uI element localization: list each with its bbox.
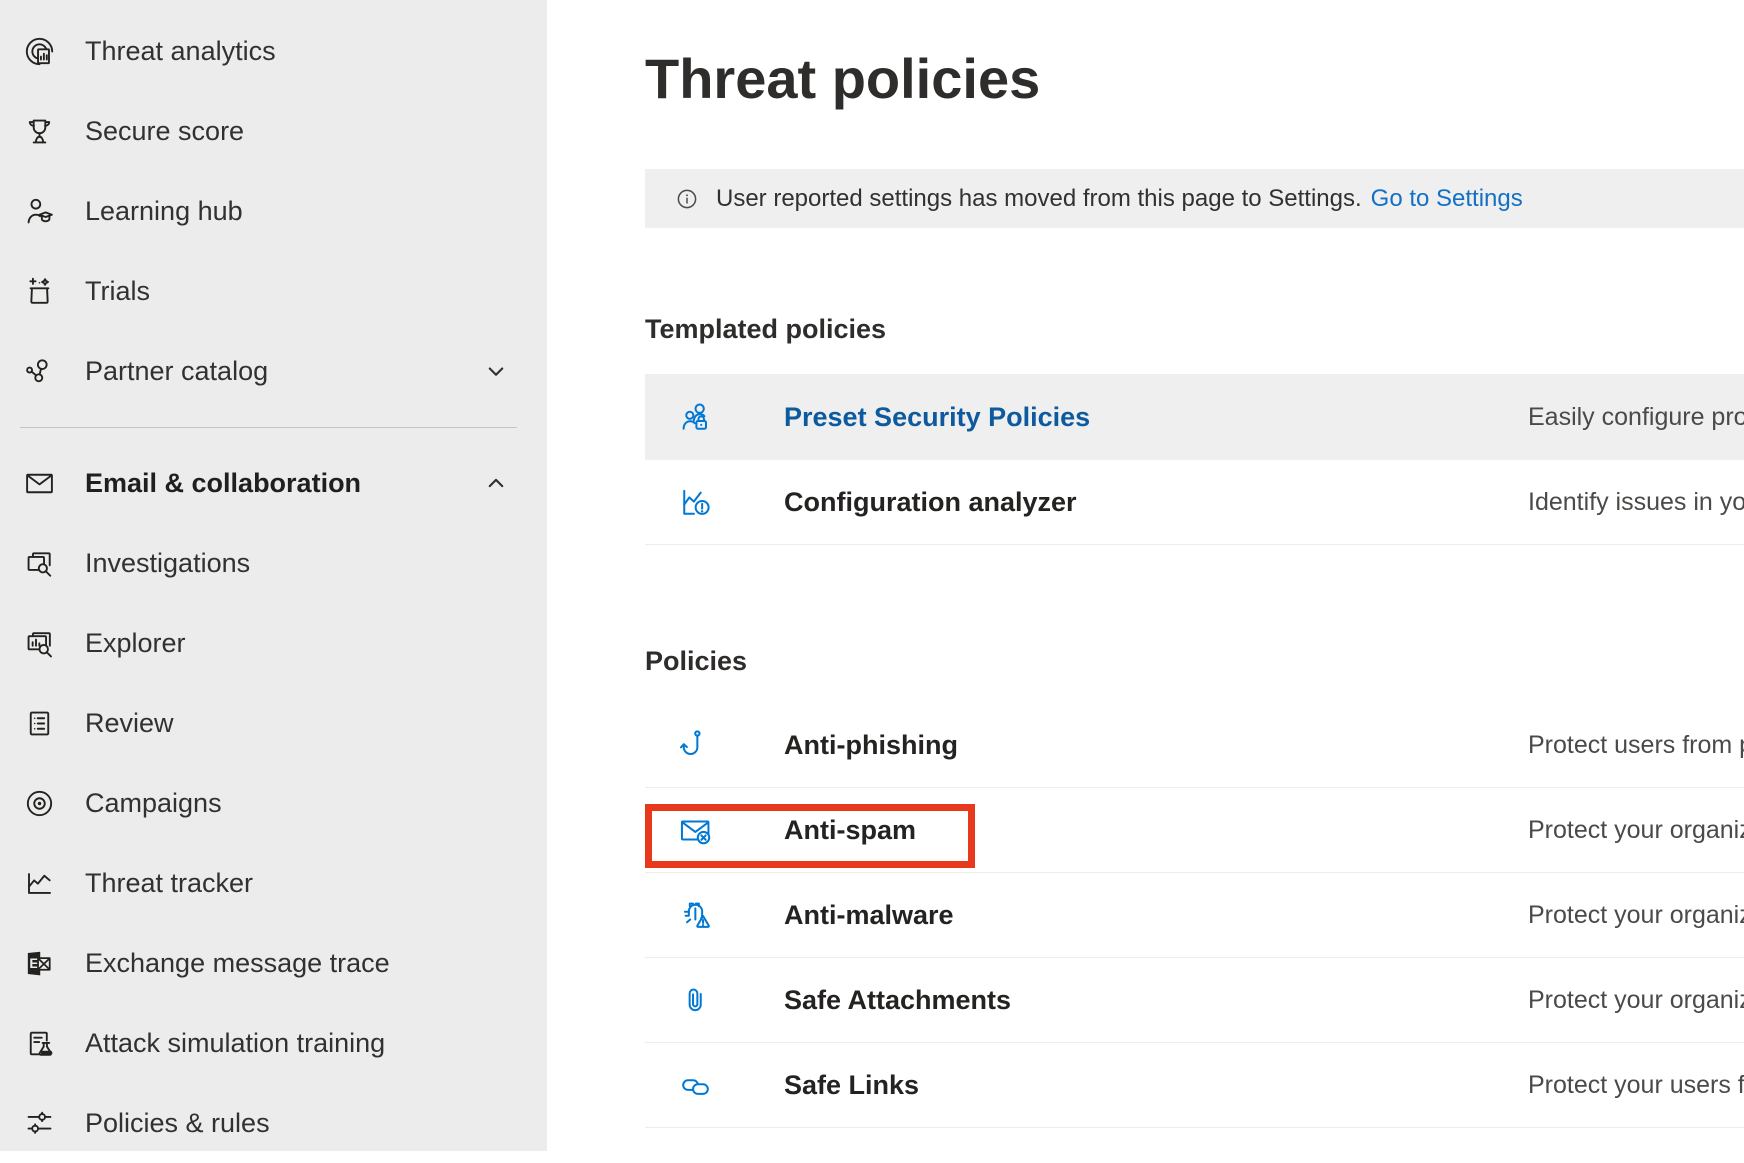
row-description: Protect users from p — [1528, 731, 1744, 760]
trials-icon — [22, 274, 57, 309]
sidebar-item-label: Investigations — [85, 548, 250, 579]
anti-phishing-icon — [645, 727, 784, 764]
sidebar-item-label: Secure score — [85, 116, 244, 147]
main-content: Threat policies User reported settings h… — [547, 0, 1744, 1151]
row-description: Identify issues in you — [1528, 488, 1744, 517]
sidebar-item-learning-hub[interactable]: Learning hub — [0, 171, 547, 251]
sidebar-item-campaigns[interactable]: Campaigns — [0, 763, 547, 843]
row-title: Anti-malware — [784, 900, 1528, 931]
threat-tracker-icon — [22, 866, 57, 901]
threat-analytics-icon — [22, 34, 57, 69]
sidebar-item-explorer[interactable]: Explorer — [0, 603, 547, 683]
sidebar-divider — [20, 427, 517, 428]
templated-policies-list: Preset Security Policies Easily configur… — [645, 374, 1744, 545]
row-preset-security-policies[interactable]: Preset Security Policies Easily configur… — [645, 374, 1744, 460]
sidebar-item-label: Partner catalog — [85, 356, 268, 387]
review-icon — [22, 706, 57, 741]
safe-links-icon — [645, 1067, 784, 1104]
sidebar-item-threat-tracker[interactable]: Threat tracker — [0, 843, 547, 923]
policies-list: Anti-phishing Protect users from p Anti-… — [645, 703, 1744, 1128]
row-title: Safe Attachments — [784, 985, 1528, 1016]
sidebar-item-partner-catalog[interactable]: Partner catalog — [0, 331, 547, 411]
learning-hub-icon — [22, 194, 57, 229]
investigations-icon — [22, 546, 57, 581]
banner-message: User reported settings has moved from th… — [716, 185, 1362, 213]
sidebar-item-label: Exchange message trace — [85, 948, 390, 979]
chevron-down-icon — [481, 356, 511, 386]
mail-icon — [22, 466, 57, 501]
row-description: Easily configure prot — [1528, 403, 1744, 432]
sidebar-item-label: Explorer — [85, 628, 186, 659]
sidebar-item-label: Learning hub — [85, 196, 243, 227]
go-to-settings-link[interactable]: Go to Settings — [1371, 185, 1523, 213]
row-title: Anti-phishing — [784, 730, 1528, 761]
explorer-icon — [22, 626, 57, 661]
sidebar-item-label: Threat tracker — [85, 868, 253, 899]
row-configuration-analyzer[interactable]: Configuration analyzer Identify issues i… — [645, 460, 1744, 545]
sidebar-item-email-collaboration[interactable]: Email & collaboration — [0, 443, 547, 523]
page-title: Threat policies — [645, 0, 1744, 116]
sidebar-item-label: Review — [85, 708, 174, 739]
anti-spam-icon — [645, 812, 784, 849]
policies-rules-icon — [22, 1106, 57, 1141]
row-title: Safe Links — [784, 1070, 1528, 1101]
row-safe-attachments[interactable]: Safe Attachments Protect your organiz — [645, 958, 1744, 1043]
preset-security-policies-icon — [645, 399, 784, 436]
row-anti-spam[interactable]: Anti-spam Protect your organiz — [645, 788, 1744, 873]
left-nav-sidebar: Threat analytics Secure score Learning h… — [0, 0, 547, 1151]
sidebar-item-review[interactable]: Review — [0, 683, 547, 763]
sidebar-item-label: Campaigns — [85, 788, 222, 819]
chevron-up-icon — [481, 468, 511, 498]
campaigns-icon — [22, 786, 57, 821]
info-icon — [675, 187, 699, 211]
row-description: Protect your users fr — [1528, 1071, 1744, 1100]
exchange-icon: E — [22, 946, 57, 981]
sidebar-item-investigations[interactable]: Investigations — [0, 523, 547, 603]
secure-score-icon — [22, 114, 57, 149]
sidebar-item-label: Trials — [85, 276, 150, 307]
sidebar-item-secure-score[interactable]: Secure score — [0, 91, 547, 171]
safe-attachments-icon — [645, 982, 784, 1019]
sidebar-item-trials[interactable]: Trials — [0, 251, 547, 331]
row-description: Protect your organiz — [1528, 901, 1744, 930]
sidebar-item-attack-simulation-training[interactable]: Attack simulation training — [0, 1003, 547, 1083]
row-anti-phishing[interactable]: Anti-phishing Protect users from p — [645, 703, 1744, 788]
sidebar-item-label: Email & collaboration — [85, 468, 361, 499]
info-banner: User reported settings has moved from th… — [645, 169, 1744, 228]
anti-malware-icon — [645, 897, 784, 934]
sidebar-item-policies-rules[interactable]: Policies & rules — [0, 1083, 547, 1163]
row-anti-malware[interactable]: Anti-malware Protect your organiz — [645, 873, 1744, 958]
row-title: Configuration analyzer — [784, 487, 1528, 518]
attack-simulation-icon — [22, 1026, 57, 1061]
templated-policies-heading: Templated policies — [645, 228, 1744, 346]
row-description: Protect your organiz — [1528, 986, 1744, 1015]
sidebar-item-label: Threat analytics — [85, 36, 276, 67]
row-title: Anti-spam — [784, 815, 1528, 846]
sidebar-item-label: Attack simulation training — [85, 1028, 385, 1059]
row-description: Protect your organiz — [1528, 816, 1744, 845]
configuration-analyzer-icon — [645, 484, 784, 521]
partner-catalog-icon — [22, 354, 57, 389]
policies-heading: Policies — [645, 545, 1744, 678]
sidebar-item-label: Policies & rules — [85, 1108, 270, 1139]
sidebar-item-threat-analytics[interactable]: Threat analytics — [0, 11, 547, 91]
row-title-link[interactable]: Preset Security Policies — [784, 402, 1528, 433]
row-safe-links[interactable]: Safe Links Protect your users fr — [645, 1043, 1744, 1128]
sidebar-item-exchange-message-trace[interactable]: E Exchange message trace — [0, 923, 547, 1003]
